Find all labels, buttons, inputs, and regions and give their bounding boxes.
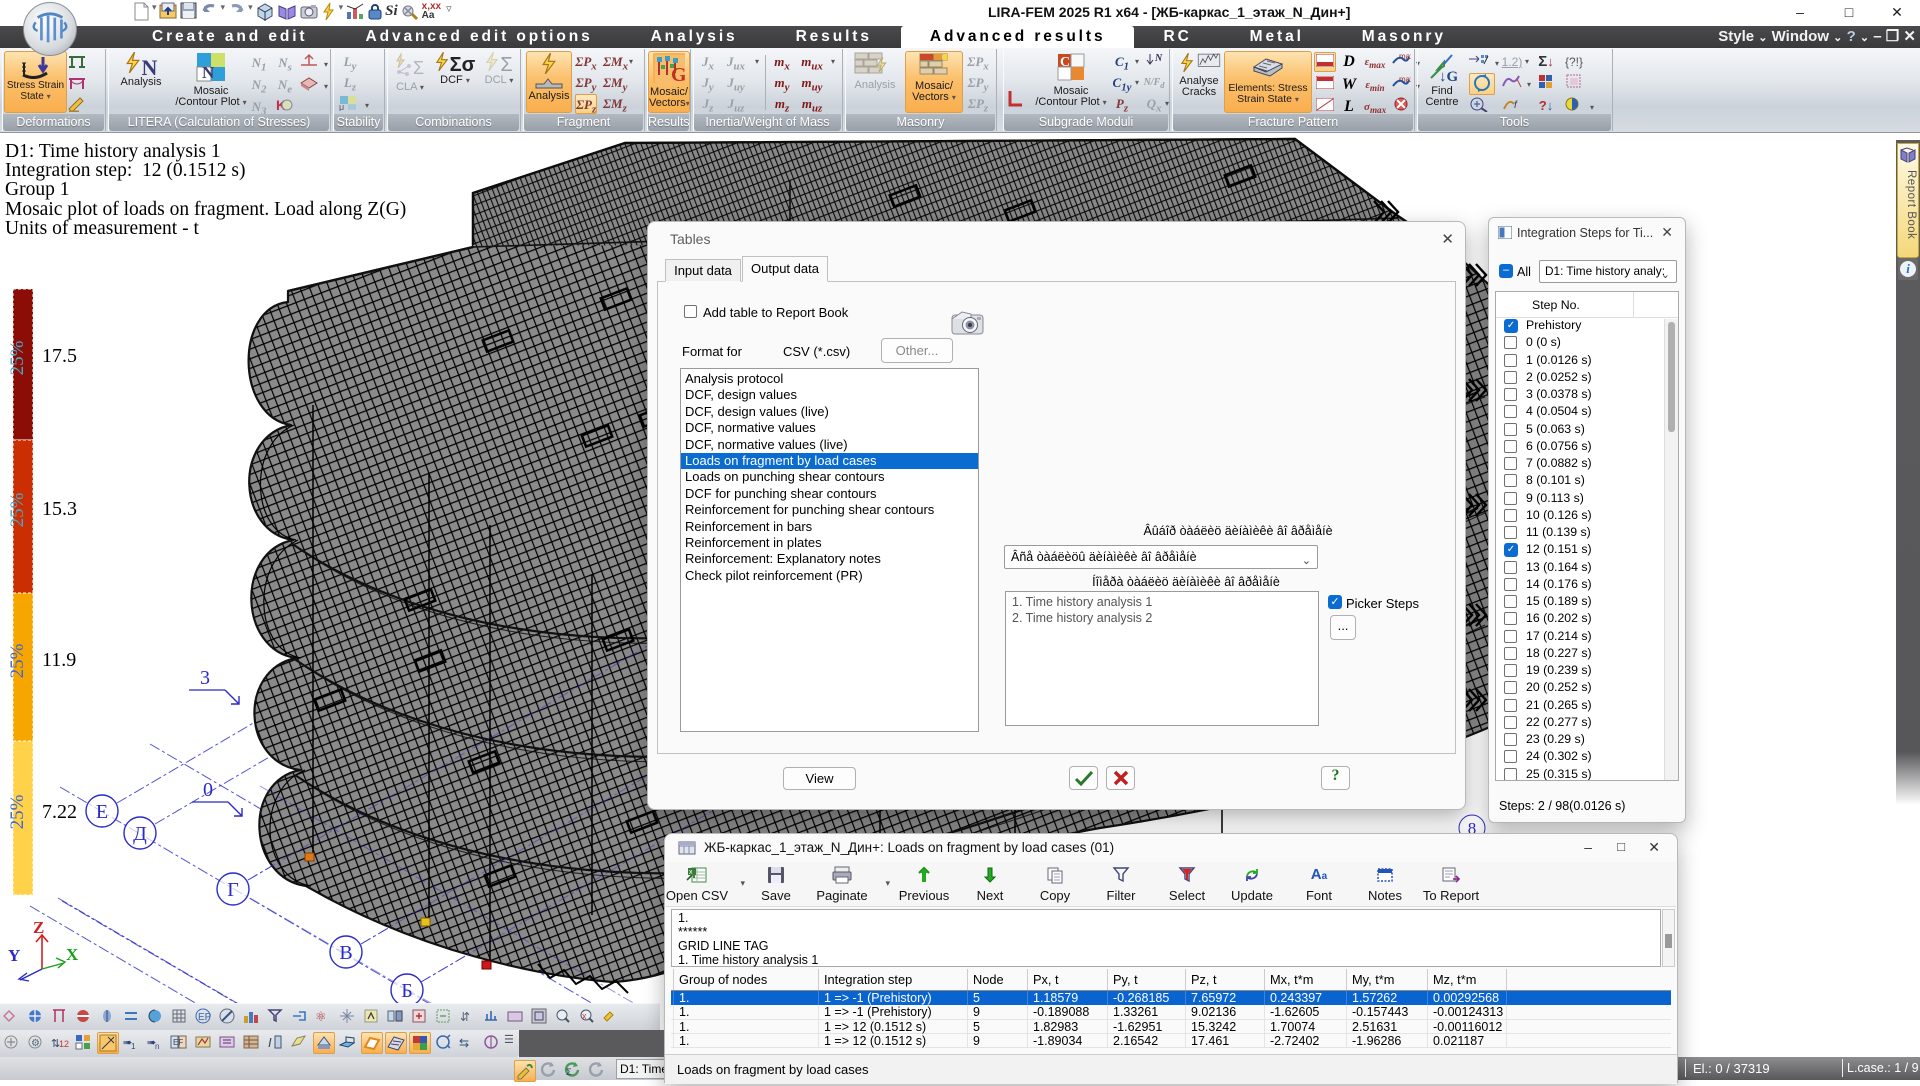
svg-text:Е: Е <box>96 801 108 823</box>
svg-text:Б: Б <box>401 980 412 1002</box>
svg-text:⇵: ⇵ <box>460 1010 470 1024</box>
svg-text:G: G <box>671 64 685 83</box>
svg-text:Σ: Σ <box>566 1067 572 1077</box>
svg-text:↓G: ↓G <box>1439 69 1457 82</box>
svg-text:Г: Г <box>227 879 239 901</box>
svg-text:25%: 25% <box>7 492 28 527</box>
svg-text:max: max <box>1399 75 1411 84</box>
svg-text:25%: 25% <box>7 340 28 375</box>
svg-text:7.22: 7.22 <box>42 801 77 823</box>
svg-text:x: x <box>689 869 693 876</box>
svg-text:I: I <box>268 1035 272 1050</box>
svg-text:EP: EP <box>198 1012 212 1023</box>
svg-text:n: n <box>155 1042 159 1051</box>
svg-text:3: 3 <box>200 667 210 689</box>
svg-text:17.5: 17.5 <box>42 345 77 367</box>
svg-text:12: 12 <box>59 1039 69 1049</box>
svg-text:25%: 25% <box>7 643 28 678</box>
svg-text:Z: Z <box>33 918 44 937</box>
svg-text:0: 0 <box>203 779 213 801</box>
svg-text:⚙: ⚙ <box>31 1038 40 1049</box>
svg-text:15.3: 15.3 <box>42 498 77 520</box>
svg-text:x: x <box>582 1011 587 1021</box>
svg-text:N: N <box>1154 53 1163 64</box>
svg-text:1: 1 <box>131 1042 136 1051</box>
svg-text:C: C <box>1060 55 1070 70</box>
svg-text:max: max <box>1399 52 1411 61</box>
svg-text:f: f <box>1514 100 1518 111</box>
svg-text:EF: EF <box>173 1038 183 1047</box>
svg-text:Y: Y <box>8 946 20 965</box>
svg-text:Д: Д <box>133 823 147 845</box>
svg-text:N: N <box>202 63 215 82</box>
svg-text:В: В <box>339 942 352 964</box>
svg-text:Σ: Σ <box>413 58 424 78</box>
svg-text:11.9: 11.9 <box>42 649 76 671</box>
svg-text:X: X <box>66 945 79 964</box>
svg-text:25%: 25% <box>7 794 28 829</box>
svg-text:⚛: ⚛ <box>315 1009 327 1024</box>
svg-text:μ: μ <box>339 102 344 111</box>
svg-text:⇆: ⇆ <box>459 1036 469 1050</box>
